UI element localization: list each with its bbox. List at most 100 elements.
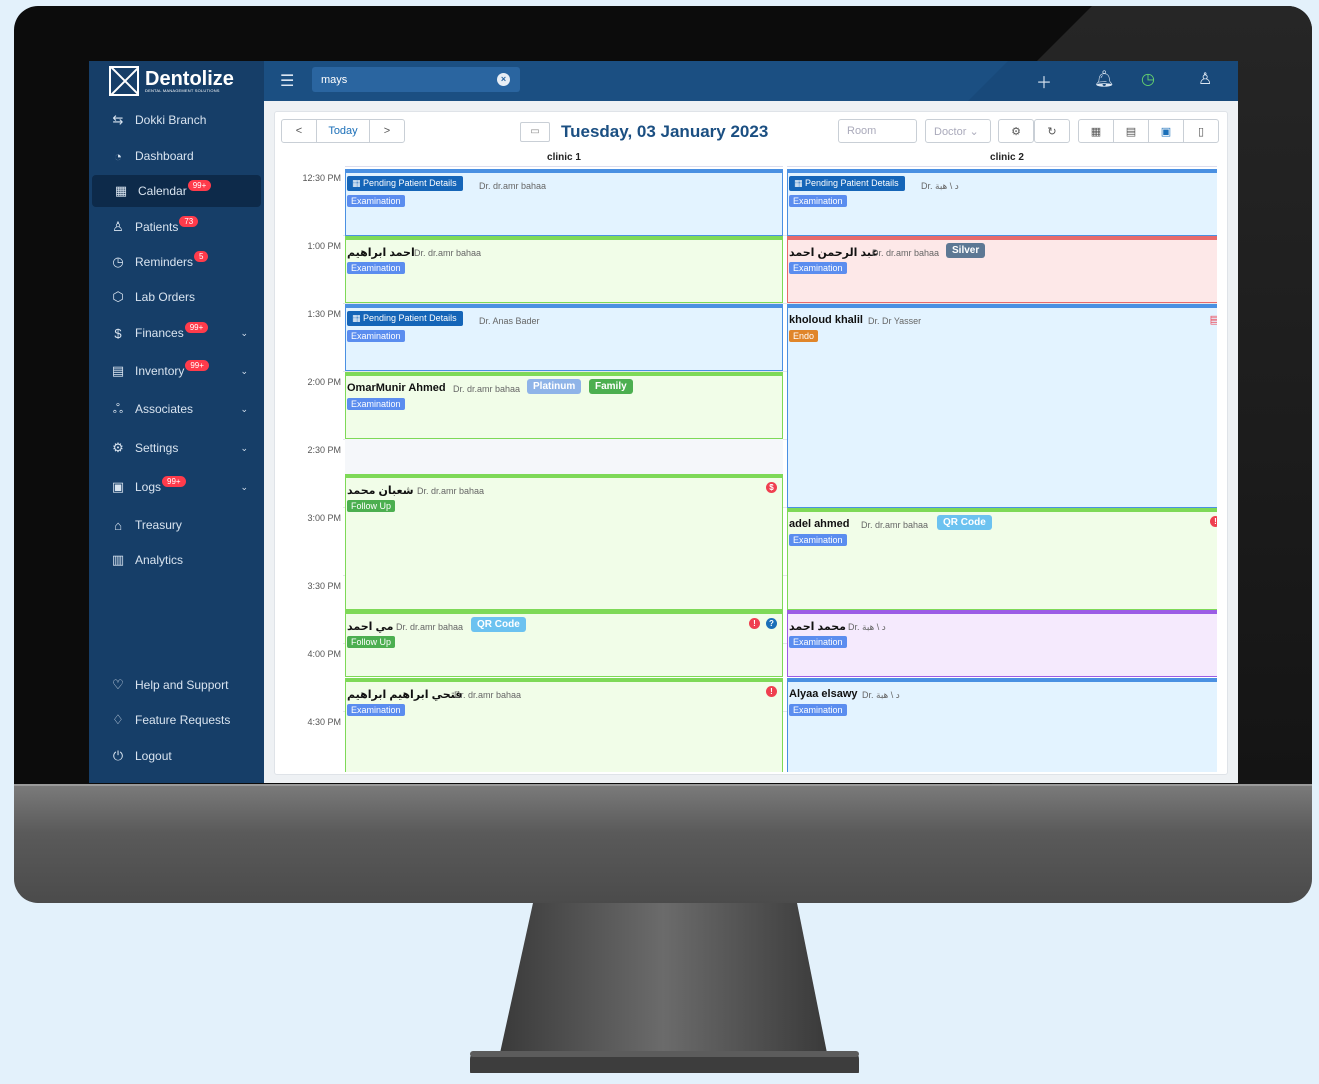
- appointment-card[interactable]: ▦ Pending Patient Details Dr. dr.amr bah…: [345, 169, 783, 236]
- time-label: 3:00 PM: [307, 513, 341, 523]
- doctor-name: Dr. dr.amr bahaa: [861, 520, 929, 530]
- refresh-button[interactable]: ↻: [1034, 119, 1070, 143]
- appointment-card[interactable]: adel ahmed Dr. dr.amr bahaa QR Code ! Ex…: [787, 508, 1217, 610]
- patient-name: kholoud khalil: [789, 314, 863, 326]
- patient-name: Alyaa elsawy: [789, 688, 858, 700]
- time-label: 1:30 PM: [307, 309, 341, 319]
- pending-badge: ▦ Pending Patient Details: [789, 176, 905, 191]
- sidebar-item-treasury[interactable]: ⌂ Treasury: [89, 509, 264, 541]
- service-tag: Examination: [789, 636, 847, 648]
- appointment-card[interactable]: مي احمد Dr. dr.amr bahaa QR Code ! ? Fol…: [345, 610, 783, 677]
- appointment-card[interactable]: عبد الرحمن احمد Dr. dr.amr bahaa Silver …: [787, 236, 1217, 303]
- sidebar-item-label: Settings: [135, 441, 179, 455]
- appointment-card[interactable]: شعبان محمد Dr. dr.amr bahaa $ Follow Up: [345, 474, 783, 610]
- appointment-card[interactable]: احمد ابراهيم Dr. dr.amr bahaa Examinatio…: [345, 236, 783, 303]
- day-view-button[interactable]: ▣: [1148, 119, 1184, 143]
- document-icon[interactable]: ▤: [1210, 313, 1217, 326]
- service-tag: Examination: [347, 398, 405, 410]
- brand-name: Dentolize: [145, 67, 234, 90]
- payment-alert-icon[interactable]: $: [766, 482, 777, 493]
- inventory-icon: ▤: [111, 363, 125, 378]
- plus-icon[interactable]: ＋: [1036, 69, 1052, 93]
- sidebar-item-reminders[interactable]: ◷ Reminders 5: [89, 246, 264, 278]
- app-screen: Dentolize DENTAL MANAGEMENT SOLUTIONS ⇆ …: [89, 61, 1238, 783]
- treasury-icon: ⌂: [114, 517, 122, 533]
- associates-icon: ஃ: [112, 400, 124, 416]
- logs-icon: ▣: [111, 479, 125, 494]
- heart-icon: ♡: [112, 677, 124, 692]
- settings-gear-button[interactable]: ⚙: [998, 119, 1034, 143]
- sidebar-item-label: Finances: [135, 326, 184, 340]
- clear-icon[interactable]: ×: [497, 73, 510, 86]
- sidebar-item-analytics[interactable]: ▥ Analytics: [89, 544, 264, 576]
- menu-toggle-icon[interactable]: ☰: [280, 71, 294, 91]
- doctor-name: Dr. dr.amr bahaa: [417, 486, 485, 496]
- chevron-down-icon: ⌄: [240, 442, 248, 453]
- power-icon: ⏻: [112, 748, 124, 763]
- brand-logo[interactable]: Dentolize DENTAL MANAGEMENT SOLUTIONS: [89, 61, 264, 101]
- appointment-card[interactable]: Alyaa elsawy Dr. د \ هبة Examination: [787, 678, 1217, 772]
- doctor-name: Dr. Anas Bader: [479, 316, 540, 326]
- topbar: ☰ mays × ＋ 🔔︎ ◷ ♙: [264, 61, 1238, 101]
- help-icon[interactable]: ?: [766, 618, 777, 629]
- appointment-card[interactable]: ▦ Pending Patient Details Dr. د \ هبة Ex…: [787, 169, 1217, 236]
- doctor-name: Dr. د \ هبة: [848, 622, 886, 632]
- appointment-card[interactable]: فتحي ابراهيم ابراهيم Dr. dr.amr bahaa ! …: [345, 678, 783, 772]
- doctor-name: Dr. د \ هبة: [921, 181, 959, 191]
- service-tag: Follow Up: [347, 500, 396, 512]
- service-tag: Examination: [347, 195, 405, 207]
- column-header-clinic1: clinic 1: [345, 152, 783, 167]
- doctor-name: Dr. dr.amr bahaa: [454, 690, 522, 700]
- date-picker-icon[interactable]: ▭: [520, 122, 550, 142]
- clock-icon[interactable]: ◷: [1141, 69, 1155, 89]
- list-view-button[interactable]: ▯: [1183, 119, 1219, 143]
- search-input[interactable]: mays ×: [312, 67, 520, 92]
- time-label: 4:00 PM: [307, 649, 341, 659]
- prev-button[interactable]: <: [281, 119, 317, 143]
- sidebar-item-label: Feature Requests: [135, 713, 231, 727]
- sidebar-item-help[interactable]: ♡ Help and Support: [89, 669, 264, 701]
- column-header-clinic2: clinic 2: [787, 152, 1217, 167]
- alert-icon[interactable]: !: [1210, 516, 1217, 527]
- count-badge: 5: [194, 250, 209, 262]
- sidebar-item-settings[interactable]: ⚙ Settings ⌄: [89, 432, 264, 464]
- sidebar-item-logs[interactable]: ▣ Logs 99+ ⌄: [89, 471, 264, 503]
- week-view-button[interactable]: ▤: [1113, 119, 1149, 143]
- sidebar-item-finances[interactable]: $ Finances 99+ ⌄: [89, 317, 264, 349]
- alert-icon[interactable]: !: [766, 686, 777, 697]
- sidebar-item-label: Treasury: [135, 518, 182, 532]
- appointment-card[interactable]: kholoud khalil Dr. Dr Yasser ▤ Endo: [787, 304, 1217, 508]
- doctor-placeholder: Doctor: [934, 126, 967, 138]
- user-icon[interactable]: ♙: [1198, 69, 1212, 89]
- next-button[interactable]: >: [369, 119, 405, 143]
- branch-switcher[interactable]: ⇆ Dokki Branch: [89, 104, 264, 136]
- appointment-card[interactable]: محمد احمد Dr. د \ هبة Examination: [787, 610, 1217, 677]
- sidebar-item-label: Inventory: [135, 364, 185, 378]
- appointment-card[interactable]: ▦ Pending Patient Details Dr. Anas Bader…: [345, 304, 783, 371]
- dashboard-icon: ◔: [114, 148, 122, 164]
- reminder-icon: ◷: [112, 254, 124, 269]
- sidebar-item-associates[interactable]: ஃ Associates ⌄: [89, 393, 264, 425]
- monitor-stand: [470, 903, 859, 1073]
- count-badge: 99+: [187, 179, 212, 191]
- month-view-button[interactable]: ▦: [1078, 119, 1114, 143]
- sidebar-item-dashboard[interactable]: ◔ Dashboard: [89, 140, 264, 172]
- sidebar-item-label: Reminders: [135, 255, 194, 269]
- sidebar-item-lab-orders[interactable]: ⬡ Lab Orders: [89, 281, 264, 313]
- patient-name: مي احمد: [347, 621, 394, 633]
- sidebar-item-feature-requests[interactable]: ♢ Feature Requests: [89, 704, 264, 736]
- doctor-name: Dr. dr.amr bahaa: [872, 248, 940, 258]
- appointment-card[interactable]: OmarMunir Ahmed Dr. dr.amr bahaa Platinu…: [345, 372, 783, 439]
- service-tag: Examination: [347, 330, 405, 342]
- sidebar-item-calendar[interactable]: ▦ Calendar 99+: [92, 175, 261, 207]
- sidebar-item-label: Logout: [135, 749, 172, 763]
- today-button[interactable]: Today: [316, 119, 370, 143]
- sidebar-item-inventory[interactable]: ▤ Inventory 99+ ⌄: [89, 355, 264, 387]
- sidebar-item-label: Lab Orders: [135, 290, 196, 304]
- room-select[interactable]: Room: [838, 119, 917, 143]
- bell-icon[interactable]: 🔔︎: [1094, 69, 1114, 89]
- alert-icon[interactable]: !: [749, 618, 760, 629]
- sidebar-item-patients[interactable]: ♙ Patients 73: [89, 211, 264, 243]
- sidebar-item-logout[interactable]: ⏻ Logout: [89, 740, 264, 772]
- doctor-select[interactable]: Doctor ⌄: [925, 119, 991, 143]
